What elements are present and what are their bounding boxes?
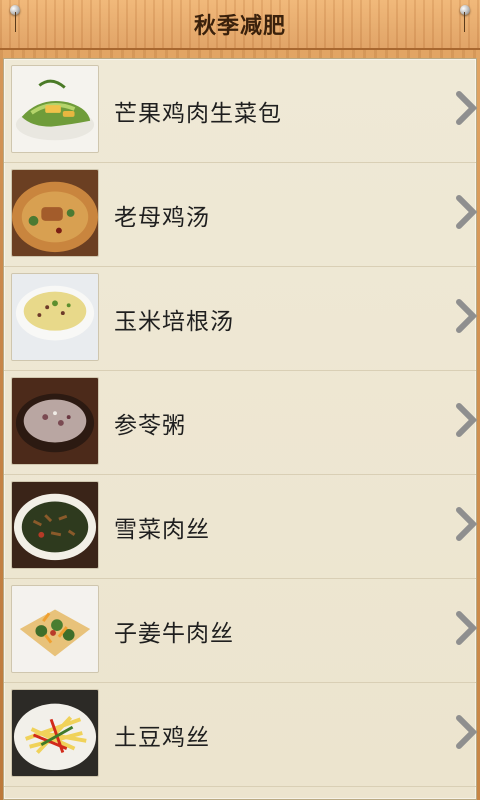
dish-photo-icon bbox=[11, 481, 99, 569]
list-item-label: 土豆鸡丝 bbox=[114, 724, 210, 751]
chevron-right-icon bbox=[456, 299, 478, 333]
dish-photo-icon bbox=[11, 169, 99, 257]
dish-photo-icon bbox=[11, 65, 99, 153]
chevron-right-icon bbox=[456, 507, 478, 541]
list-item[interactable]: 芒果鸡肉生菜包 bbox=[4, 59, 478, 163]
dish-photo-icon bbox=[11, 273, 99, 361]
dish-photo-icon bbox=[11, 689, 99, 777]
title-bar: 秋季减肥 bbox=[0, 0, 480, 50]
chevron-right-icon bbox=[456, 611, 478, 645]
page-title: 秋季减肥 bbox=[193, 14, 286, 39]
list-item-label: 雪菜肉丝 bbox=[114, 516, 210, 543]
paper-background: 芒果鸡肉生菜包 老母鸡汤 玉米培根汤 参苓粥 雪菜肉丝 子姜牛肉丝 土豆鸡丝 bbox=[3, 58, 478, 800]
list-item-label: 子姜牛肉丝 bbox=[114, 620, 234, 647]
list-item-label: 芒果鸡肉生菜包 bbox=[114, 100, 282, 127]
chevron-right-icon bbox=[456, 715, 478, 749]
app-root: 秋季减肥 芒果鸡肉生菜包 老母鸡汤 玉米培根汤 参苓粥 雪菜肉丝 子姜牛肉丝 土… bbox=[0, 0, 480, 800]
string-decoration bbox=[15, 12, 16, 32]
list-item-label: 参苓粥 bbox=[114, 412, 186, 439]
string-decoration bbox=[464, 12, 465, 32]
list-item[interactable]: 土豆鸡丝 bbox=[4, 683, 478, 787]
chevron-right-icon bbox=[456, 403, 478, 437]
list-item-label: 老母鸡汤 bbox=[114, 204, 210, 231]
list-item[interactable]: 老母鸡汤 bbox=[4, 163, 478, 267]
dish-photo-icon bbox=[11, 585, 99, 673]
nail-icon bbox=[460, 5, 470, 15]
chevron-right-icon bbox=[456, 91, 478, 125]
chevron-right-icon bbox=[456, 195, 478, 229]
list-item-label: 玉米培根汤 bbox=[114, 308, 234, 335]
list-item[interactable]: 雪菜肉丝 bbox=[4, 475, 478, 579]
recipe-list[interactable]: 芒果鸡肉生菜包 老母鸡汤 玉米培根汤 参苓粥 雪菜肉丝 子姜牛肉丝 土豆鸡丝 bbox=[4, 59, 478, 787]
list-item[interactable]: 玉米培根汤 bbox=[4, 267, 478, 371]
list-item[interactable]: 子姜牛肉丝 bbox=[4, 579, 478, 683]
dish-photo-icon bbox=[11, 377, 99, 465]
list-panel: 芒果鸡肉生菜包 老母鸡汤 玉米培根汤 参苓粥 雪菜肉丝 子姜牛肉丝 土豆鸡丝 bbox=[0, 52, 480, 800]
list-item[interactable]: 参苓粥 bbox=[4, 371, 478, 475]
